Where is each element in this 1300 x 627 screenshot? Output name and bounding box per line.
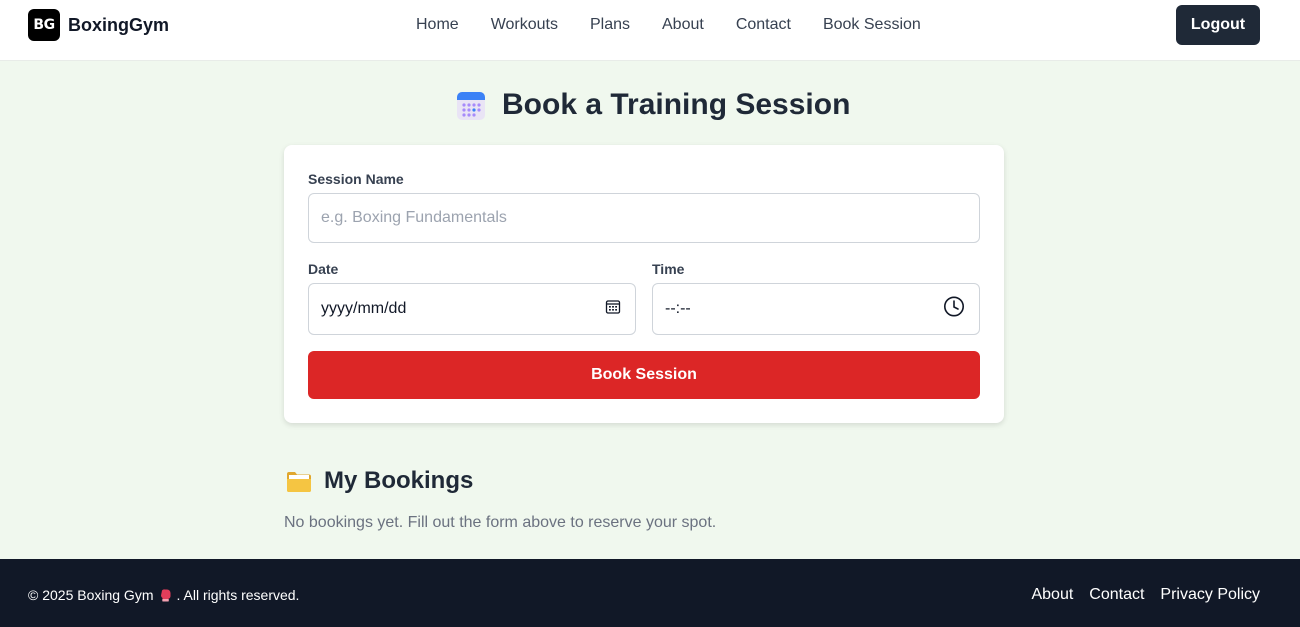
bookings-heading: My Bookings <box>286 466 473 496</box>
date-label: Date <box>308 261 339 277</box>
bookings-title: My Bookings <box>324 467 474 494</box>
book-session-button[interactable]: Book Session <box>308 351 980 399</box>
brand-name: BoxingGym <box>68 14 170 35</box>
empty-bookings-message: No bookings yet. Fill out the form above… <box>284 514 717 531</box>
page-title: Book a Training Session <box>456 86 850 124</box>
footer-link-contact[interactable]: Contact <box>1089 586 1144 604</box>
date-value: yyyy/mm/dd <box>321 300 407 317</box>
nav-link-plans[interactable]: Plans <box>590 16 630 34</box>
booking-form-card: Session Name e.g. Boxing Fundamentals Da… <box>284 145 1004 423</box>
session-name-placeholder: e.g. Boxing Fundamentals <box>321 209 507 226</box>
copyright-suffix: . All rights reserved. <box>176 587 300 603</box>
footer: © 2025 Boxing Gym . All rights reserved.… <box>0 559 1300 627</box>
folder-icon <box>286 469 312 493</box>
nav-link-workouts[interactable]: Workouts <box>491 16 558 34</box>
brand-logo: BG <box>28 9 60 41</box>
navbar: BG BoxingGym Home Workouts Plans About C… <box>0 0 1300 61</box>
nav-link-book-session[interactable]: Book Session <box>823 16 921 34</box>
nav-link-about[interactable]: About <box>662 16 704 34</box>
main-nav: Home Workouts Plans About Contact Book S… <box>416 16 953 34</box>
calendar-picker-icon[interactable] <box>605 299 621 320</box>
session-name-label: Session Name <box>308 171 404 187</box>
time-input[interactable]: --:-- <box>652 283 980 335</box>
time-value: --:-- <box>665 300 691 317</box>
footer-link-privacy-policy[interactable]: Privacy Policy <box>1160 586 1260 604</box>
page-title-text: Book a Training Session <box>502 88 851 121</box>
logout-button[interactable]: Logout <box>1176 5 1260 45</box>
clock-icon[interactable] <box>943 296 965 323</box>
session-name-input[interactable]: e.g. Boxing Fundamentals <box>308 193 980 243</box>
time-label: Time <box>652 261 685 277</box>
footer-nav: About Contact Privacy Policy <box>1015 586 1260 604</box>
nav-link-contact[interactable]: Contact <box>736 16 791 34</box>
calendar-icon <box>456 89 486 121</box>
nav-link-home[interactable]: Home <box>416 16 459 34</box>
date-input[interactable]: yyyy/mm/dd <box>308 283 636 335</box>
copyright-text: © 2025 Boxing Gym <box>28 587 154 603</box>
boxing-glove-icon <box>160 588 171 602</box>
brand[interactable]: BG BoxingGym <box>28 9 169 41</box>
footer-link-about[interactable]: About <box>1031 586 1073 604</box>
copyright: © 2025 Boxing Gym . All rights reserved. <box>28 587 299 603</box>
